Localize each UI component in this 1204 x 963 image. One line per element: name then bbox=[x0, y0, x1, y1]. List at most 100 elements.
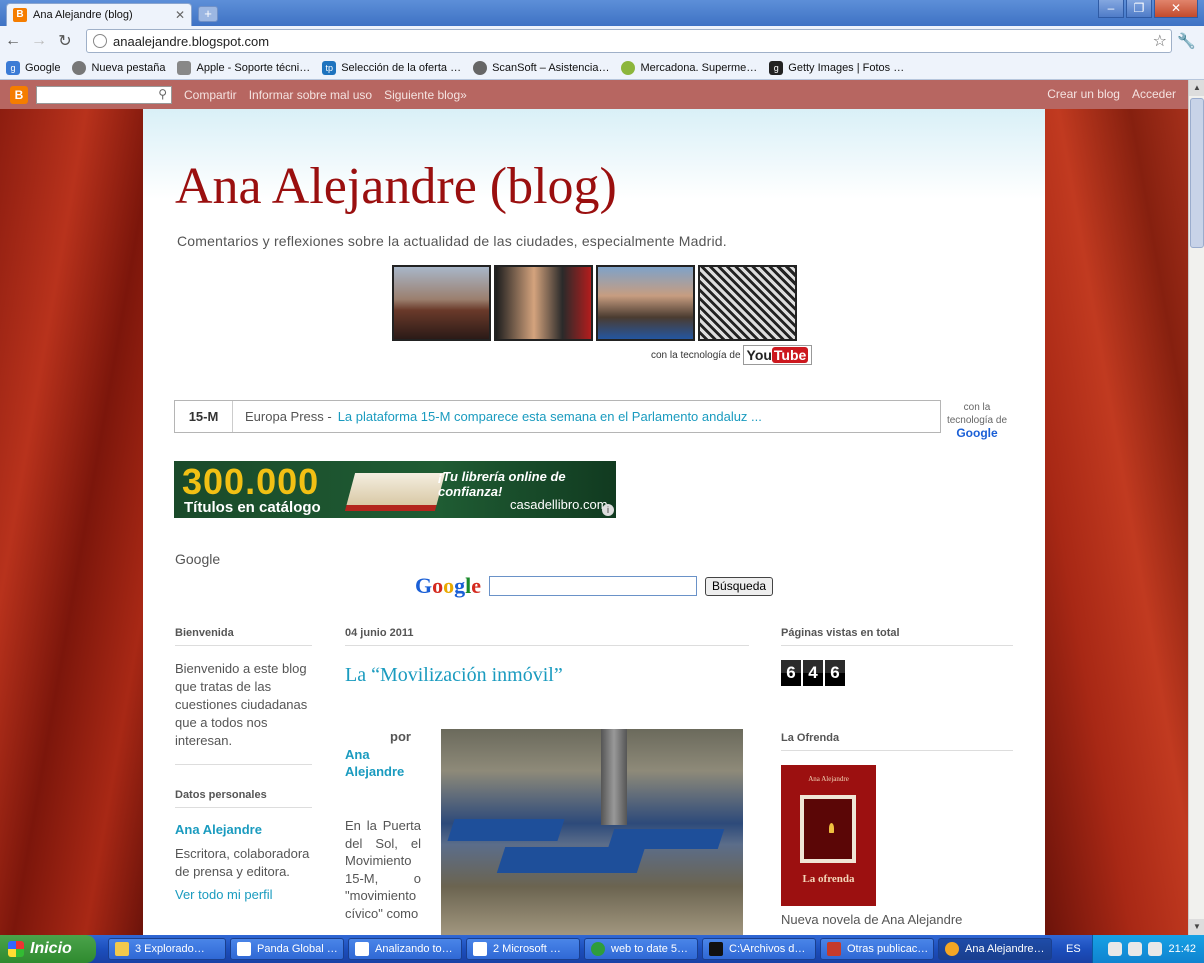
panda-icon bbox=[237, 942, 251, 956]
bookmark-apple[interactable]: Apple - Soporte técni… bbox=[177, 60, 310, 75]
bookmark-getty[interactable]: g Getty Images | Fotos … bbox=[769, 60, 904, 75]
share-link[interactable]: Compartir bbox=[184, 88, 237, 102]
view-profile-link[interactable]: Ver todo mi perfil bbox=[175, 887, 312, 902]
video-thumbnail[interactable] bbox=[698, 265, 797, 341]
book-caption: Nueva novela de Ana Alejandre bbox=[781, 912, 963, 927]
start-button[interactable]: Inicio bbox=[0, 935, 96, 963]
taskbar-item[interactable]: 2 Microsoft … bbox=[466, 938, 580, 960]
browser-tab[interactable]: B Ana Alejandre (blog) ✕ bbox=[6, 3, 192, 26]
tray-icon[interactable] bbox=[1108, 942, 1123, 956]
minimize-button[interactable]: – bbox=[1098, 0, 1124, 18]
mercadona-icon bbox=[621, 60, 636, 75]
ad-banner[interactable]: 300.000 Títulos en catálogo ¡Tu librería… bbox=[174, 461, 616, 518]
right-sidebar: Páginas vistas en total 6 4 6 La Ofrenda… bbox=[781, 627, 1013, 927]
taskbar-item[interactable]: Analizando to… bbox=[348, 938, 462, 960]
book-cover-author: Ana Alejandre bbox=[808, 775, 849, 783]
vertical-scrollbar[interactable]: ▲ ▼ bbox=[1188, 80, 1204, 935]
banner-number: 300.000 bbox=[182, 461, 320, 502]
blog-search-input[interactable]: ⚲ bbox=[36, 85, 172, 104]
close-window-button[interactable]: ✕ bbox=[1154, 0, 1198, 18]
bookmark-seleccion[interactable]: tp Selección de la oferta … bbox=[322, 60, 461, 75]
language-indicator[interactable]: ES bbox=[1066, 943, 1081, 955]
blogger-logo-icon[interactable]: B bbox=[10, 85, 28, 104]
taskbar-item[interactable]: 3 Explorado… bbox=[108, 938, 226, 960]
bookmark-nueva-pestana[interactable]: Nueva pestaña bbox=[72, 60, 165, 75]
window-controls: – ❐ ✕ bbox=[1098, 0, 1198, 18]
bookmarks-bar: g Google Nueva pestaña Apple - Soporte té… bbox=[0, 56, 1204, 80]
tab-title: Ana Alejandre (blog) bbox=[33, 9, 133, 21]
blogger-navbar: B ⚲ Compartir Informar sobre mal uso Sig… bbox=[0, 80, 1188, 109]
google-search-widget: Google Búsqueda bbox=[415, 573, 774, 599]
back-icon[interactable]: ← bbox=[0, 32, 26, 50]
bookmark-scansoft[interactable]: ScanSoft – Asistencia… bbox=[473, 60, 609, 75]
forward-icon[interactable]: → bbox=[26, 32, 52, 50]
news-tag: 15-M bbox=[175, 401, 233, 432]
window-titlebar: B Ana Alejandre (blog) ✕ + – ❐ ✕ bbox=[0, 0, 1204, 26]
counter-digit: 6 bbox=[825, 660, 845, 686]
taskbar-item[interactable]: C:\Archivos d… bbox=[702, 938, 816, 960]
clock[interactable]: 21:42 bbox=[1168, 943, 1196, 955]
panda-icon bbox=[355, 942, 369, 956]
book-cover-frame bbox=[800, 795, 856, 863]
apple-icon bbox=[177, 60, 192, 75]
book-cover-image[interactable]: Ana Alejandre La ofrenda bbox=[781, 765, 876, 906]
report-abuse-link[interactable]: Informar sobre mal uso bbox=[249, 88, 372, 102]
taskbar-item[interactable]: Panda Global … bbox=[230, 938, 344, 960]
author-bio: Escritora, colaboradora de prensa y edit… bbox=[175, 846, 310, 879]
search-icon[interactable]: ⚲ bbox=[158, 87, 167, 101]
youtube-credit-text: con la tecnología de bbox=[651, 349, 741, 361]
scroll-up-icon[interactable]: ▲ bbox=[1189, 80, 1204, 96]
tp-icon: tp bbox=[322, 60, 337, 75]
video-thumbnail[interactable] bbox=[494, 265, 593, 341]
video-thumbnail[interactable] bbox=[392, 265, 491, 341]
create-blog-link[interactable]: Crear un blog bbox=[1047, 87, 1120, 101]
scroll-down-icon[interactable]: ▼ bbox=[1189, 919, 1204, 935]
address-bar[interactable]: anaalejandre.blogspot.com ☆ bbox=[86, 29, 1172, 53]
blog-page: Ana Alejandre (blog) Comentarios y refle… bbox=[143, 109, 1045, 935]
banner-subtitle: Títulos en catálogo bbox=[184, 499, 321, 516]
post-author-link[interactable]: Ana Alejandre bbox=[345, 746, 415, 780]
candle-flame-icon bbox=[829, 823, 834, 833]
post-image[interactable] bbox=[441, 729, 743, 935]
bookmark-star-icon[interactable]: ☆ bbox=[1153, 31, 1167, 51]
taskbar-item[interactable]: web to date 5… bbox=[584, 938, 698, 960]
youtube-logo-icon[interactable]: You Tube bbox=[742, 345, 813, 365]
tray-icon[interactable] bbox=[1128, 942, 1143, 956]
new-tab-button[interactable]: + bbox=[198, 6, 218, 22]
sign-in-link[interactable]: Acceder bbox=[1132, 87, 1176, 101]
wrench-icon[interactable]: 🔧 bbox=[1177, 32, 1196, 50]
author-name-link[interactable]: Ana Alejandre bbox=[175, 822, 312, 837]
close-tab-icon[interactable]: ✕ bbox=[175, 8, 185, 22]
system-tray: 21:42 bbox=[1092, 935, 1204, 963]
tent-shape bbox=[607, 829, 725, 849]
counter-digit: 4 bbox=[803, 660, 823, 686]
powered-by-google: con la tecnología de Google bbox=[944, 401, 1010, 440]
book-icon bbox=[344, 473, 446, 511]
google-search-title: Google bbox=[175, 551, 221, 567]
app-icon bbox=[827, 942, 841, 956]
word-icon bbox=[473, 942, 487, 956]
left-sidebar: Bienvenida Bienvenido a este blog que tr… bbox=[175, 627, 312, 902]
google-logo-icon: Google bbox=[415, 573, 482, 598]
bookmark-google[interactable]: g Google bbox=[6, 60, 60, 75]
taskbar-item-active[interactable]: Ana Alejandre… bbox=[938, 938, 1052, 960]
console-icon bbox=[709, 942, 723, 956]
post-title-link[interactable]: La “Movilización inmóvil” bbox=[345, 664, 749, 687]
background-right bbox=[1045, 109, 1188, 935]
page-views-heading: Páginas vistas en total bbox=[781, 627, 1013, 646]
next-blog-link[interactable]: Siguiente blog» bbox=[384, 88, 467, 102]
taskbar-item[interactable]: Otras publicac… bbox=[820, 938, 934, 960]
news-headline-link[interactable]: La plataforma 15-M comparece esta semana… bbox=[338, 409, 762, 424]
news-widget: 15-M Europa Press - La plataforma 15-M c… bbox=[174, 400, 941, 433]
google-search-input[interactable] bbox=[489, 576, 698, 596]
tray-icon[interactable] bbox=[1148, 942, 1163, 956]
scroll-thumb[interactable] bbox=[1190, 98, 1204, 248]
search-button[interactable]: Búsqueda bbox=[705, 576, 774, 596]
reload-icon[interactable]: ↻ bbox=[52, 31, 78, 51]
blog-title[interactable]: Ana Alejandre (blog) bbox=[175, 157, 617, 216]
restore-button[interactable]: ❐ bbox=[1126, 0, 1152, 18]
ad-info-icon[interactable]: i bbox=[602, 504, 614, 516]
getty-icon: g bbox=[769, 60, 784, 75]
bookmark-mercadona[interactable]: Mercadona. Superme… bbox=[621, 60, 757, 75]
video-thumbnail[interactable] bbox=[596, 265, 695, 341]
